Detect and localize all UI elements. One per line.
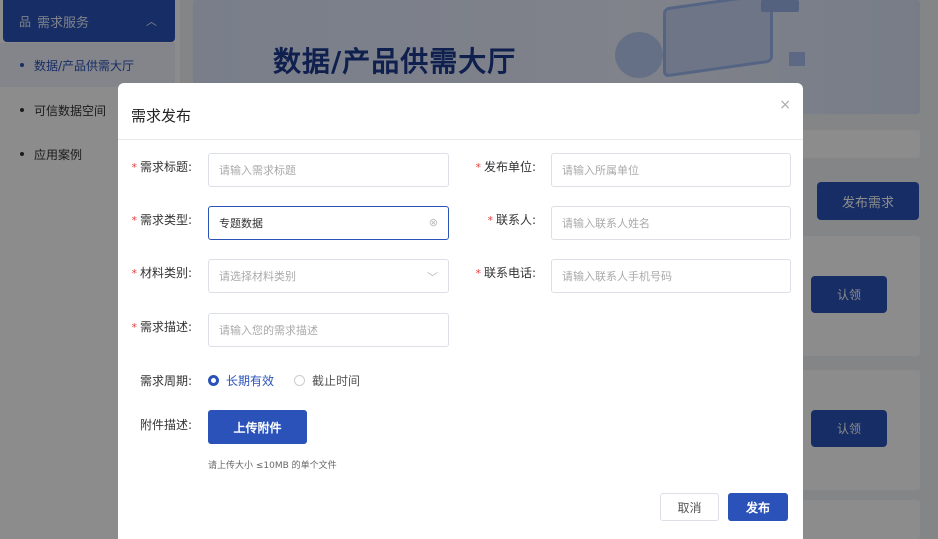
clear-circle-icon[interactable]: ⊗ (429, 216, 438, 229)
radio-long-term[interactable]: 长期有效 (208, 372, 274, 389)
dialog-title: 需求发布 (131, 107, 192, 125)
chevron-down-icon: ﹀ (427, 271, 438, 284)
contact-input[interactable]: 请输入联系人姓名 (551, 206, 791, 240)
required-mark: * (475, 161, 481, 174)
upload-attachment-button[interactable]: 上传附件 (208, 410, 307, 444)
material-select-placeholder: 请选择材料类别 (219, 270, 296, 283)
required-mark: * (131, 161, 137, 174)
radio-label: 截止时间 (312, 374, 361, 388)
title-input[interactable]: 请输入需求标题 (208, 153, 449, 187)
phone-label: * 联系电话: (475, 266, 536, 280)
radio-label: 长期有效 (226, 374, 275, 388)
type-label: * 需求类型: (131, 213, 192, 227)
material-label: * 材料类别: (131, 266, 192, 280)
required-mark: * (131, 214, 137, 227)
contact-label: * 联系人: (487, 213, 536, 227)
title-label: * 需求标题: (131, 160, 192, 174)
required-mark: * (487, 214, 493, 227)
attachment-label: 附件描述: (139, 418, 192, 432)
material-select[interactable]: 请选择材料类别 ﹀ (208, 259, 449, 293)
radio-unchecked-icon (294, 375, 305, 386)
divider (118, 139, 803, 140)
radio-checked-icon (208, 375, 219, 386)
close-icon[interactable]: × (779, 97, 791, 113)
period-label: 需求周期: (139, 374, 192, 388)
required-mark: * (131, 321, 137, 334)
upload-hint: 请上传大小 ≤10MB 的单个文件 (208, 461, 337, 471)
unit-input[interactable]: 请输入所属单位 (551, 153, 791, 187)
demand-publish-dialog: 需求发布 × * 需求标题: 请输入需求标题 * 发布单位: 请输入所属单位 * 需求… (118, 83, 803, 539)
type-select-value: 专题数据 (219, 217, 263, 230)
desc-input[interactable]: 请输入您的需求描述 (208, 313, 449, 347)
required-mark: * (475, 267, 481, 280)
radio-deadline[interactable]: 截止时间 (294, 372, 360, 389)
publish-button[interactable]: 发布 (728, 493, 788, 521)
type-select[interactable]: 专题数据 ⊗ (208, 206, 449, 240)
cancel-button[interactable]: 取消 (660, 493, 719, 521)
required-mark: * (131, 267, 137, 280)
unit-label: * 发布单位: (475, 160, 536, 174)
phone-input[interactable]: 请输入联系人手机号码 (551, 259, 791, 293)
desc-label: * 需求描述: (131, 320, 192, 334)
